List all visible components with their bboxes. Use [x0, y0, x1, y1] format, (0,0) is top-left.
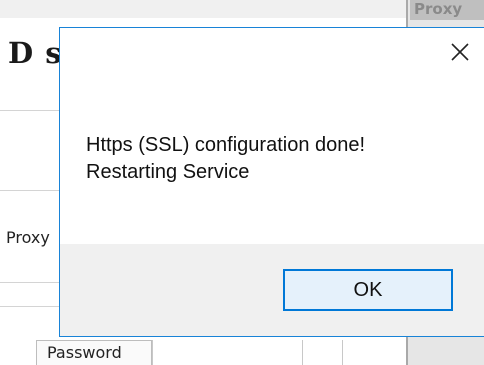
- password-column-header: Password: [36, 340, 152, 365]
- background-heading: D s: [8, 36, 63, 70]
- close-icon: [451, 43, 469, 61]
- grid-cell: [152, 340, 303, 365]
- background-title-strip: [0, 0, 406, 18]
- ok-button[interactable]: OK: [283, 269, 453, 311]
- dialog-footer: OK: [60, 244, 484, 336]
- proxy-label: Proxy: [6, 228, 50, 247]
- close-button[interactable]: [448, 40, 472, 64]
- grid-cell: [302, 340, 343, 365]
- message-line-2: Restarting Service: [86, 161, 250, 183]
- message-dialog: Https (SSL) configuration done! Restarti…: [59, 27, 484, 337]
- dialog-message: Https (SSL) configuration done! Restarti…: [86, 132, 365, 186]
- proxy-tab[interactable]: Proxy: [410, 0, 484, 20]
- grid-cell: [342, 340, 407, 365]
- message-line-1: Https (SSL) configuration done!: [86, 134, 366, 156]
